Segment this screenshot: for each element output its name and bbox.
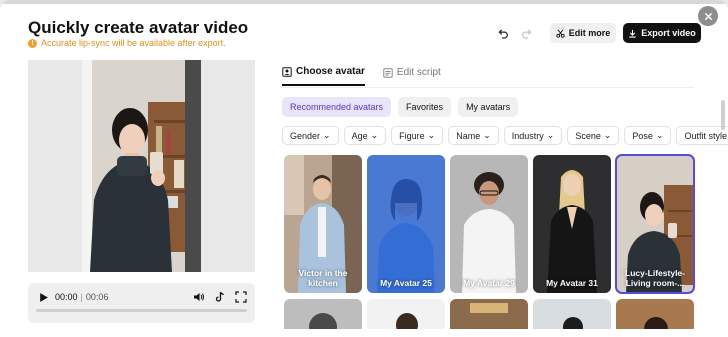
filter-age[interactable]: Age ⌄ <box>343 126 387 145</box>
notice-text: Accurate lip-sync will be available afte… <box>41 38 226 48</box>
edit-more-label: Edit more <box>568 28 611 38</box>
chevron-down-icon: ⌄ <box>427 130 436 140</box>
tab-divider <box>282 87 694 88</box>
avatar-thumbnail <box>533 299 611 329</box>
time-separator: | <box>80 292 83 302</box>
filter-gender[interactable]: Gender ⌄ <box>282 126 339 145</box>
current-time: 00:00 <box>55 292 78 302</box>
filter-label: Pose <box>632 130 653 141</box>
chevron-down-icon: ⌄ <box>483 130 491 140</box>
avatar-card-my-avatar-29[interactable]: My Avatar 29 <box>450 155 528 293</box>
chevron-down-icon: ⌄ <box>655 130 664 140</box>
filter-label: Figure <box>399 130 425 141</box>
avatar-thumbnail <box>616 299 694 329</box>
scissors-icon <box>556 29 565 38</box>
avatar-card-row2-1[interactable] <box>284 299 362 329</box>
video-player: 00:00 | 00:06 <box>28 283 255 323</box>
script-icon <box>383 67 393 78</box>
volume-icon[interactable] <box>193 291 205 303</box>
progress-track[interactable] <box>36 309 247 312</box>
tab-edit-script-label: Edit script <box>396 67 441 78</box>
undo-icon[interactable] <box>495 25 511 41</box>
avatar-card-my-avatar-25[interactable]: My Avatar 25 <box>367 155 445 293</box>
dialog-title: Quickly create avatar video <box>28 18 249 37</box>
avatar-card-lucy-lifestyle[interactable]: Lucy-Lifestyle-Living room-... <box>615 154 695 294</box>
export-video-label: Export video <box>641 28 696 38</box>
close-icon[interactable] <box>698 6 718 26</box>
avatar-thumbnail <box>450 155 528 293</box>
avatar-name: My Avatar 31 <box>546 278 598 288</box>
avatar-name: Lucy-Lifestyle-Living room-... <box>625 268 685 288</box>
avatar-card-my-avatar-31[interactable]: My Avatar 31 <box>533 155 611 293</box>
avatar-card-row2-2[interactable] <box>367 299 445 329</box>
chevron-down-icon: ⌄ <box>603 130 612 140</box>
filter-industry[interactable]: Industry ⌄ <box>503 126 563 145</box>
filter-scene[interactable]: Scene ⌄ <box>567 126 620 145</box>
avatar-thumbnail <box>284 299 362 329</box>
avatar-name: My Avatar 25 <box>380 278 432 288</box>
edit-more-button[interactable]: Edit more <box>550 23 616 43</box>
tab-edit-script[interactable]: Edit script <box>383 66 441 86</box>
filter-pose[interactable]: Pose ⌄ <box>624 126 672 145</box>
video-preview <box>28 60 255 272</box>
redo-icon[interactable] <box>518 25 534 41</box>
avatar-name: My Avatar 29 <box>463 278 515 288</box>
filter-label: Scene <box>575 130 601 141</box>
avatar-thumbnail <box>533 155 611 293</box>
filter-name[interactable]: Name ⌄ <box>448 126 499 145</box>
chevron-down-icon: ⌄ <box>546 130 555 140</box>
export-video-button[interactable]: Export video <box>623 23 701 43</box>
avatar-source-chips: Recommended avatars Favorites My avatars <box>282 97 519 117</box>
avatar-card-icon <box>282 66 292 77</box>
filter-figure[interactable]: Figure ⌄ <box>391 126 444 145</box>
preview-avatar-image <box>82 60 201 272</box>
scrollbar[interactable] <box>721 100 725 130</box>
avatar-card-row2-4[interactable] <box>533 299 611 329</box>
chip-recommended-avatars[interactable]: Recommended avatars <box>282 97 392 117</box>
chevron-down-icon: ⌄ <box>323 130 331 140</box>
time-display: 00:00 | 00:06 <box>55 292 108 302</box>
selected-overlay <box>367 155 445 293</box>
avatar-tabs: Choose avatar Edit script <box>282 66 441 86</box>
filter-label: Outfit style <box>684 130 727 141</box>
filter-label: Age <box>351 130 368 141</box>
play-icon[interactable] <box>38 292 49 303</box>
avatar-thumbnail <box>450 299 528 329</box>
fullscreen-icon[interactable] <box>235 291 247 303</box>
tiktok-icon[interactable] <box>214 291 226 303</box>
avatar-thumbnail <box>367 299 445 329</box>
download-icon <box>629 29 636 38</box>
tab-choose-avatar[interactable]: Choose avatar <box>282 66 365 86</box>
top-strip <box>0 0 728 4</box>
chevron-down-icon: ⌄ <box>370 130 379 140</box>
avatar-card-row2-5[interactable] <box>616 299 694 329</box>
avatar-card-victor[interactable]: Victor in the kitchen <box>284 155 362 293</box>
filter-label: Industry <box>511 130 544 141</box>
chip-favorites[interactable]: Favorites <box>398 97 452 117</box>
avatar-video-dialog: Quickly create avatar video ! Accurate l… <box>0 0 728 337</box>
avatar-name: Victor in the kitchen <box>298 268 348 288</box>
total-time: 00:06 <box>85 292 109 302</box>
filter-bar: Gender ⌄ Age ⌄ Figure ⌄ Name ⌄ Industry ⌄ Sce… <box>282 126 728 145</box>
filter-label: Gender <box>290 130 321 141</box>
tab-choose-avatar-label: Choose avatar <box>296 66 365 77</box>
lip-sync-notice: ! Accurate lip-sync will be available af… <box>28 38 226 48</box>
filter-label: Name <box>456 130 481 141</box>
chip-my-avatars[interactable]: My avatars <box>458 97 519 117</box>
warning-icon: ! <box>28 38 37 48</box>
avatar-card-row2-3[interactable] <box>450 299 528 329</box>
